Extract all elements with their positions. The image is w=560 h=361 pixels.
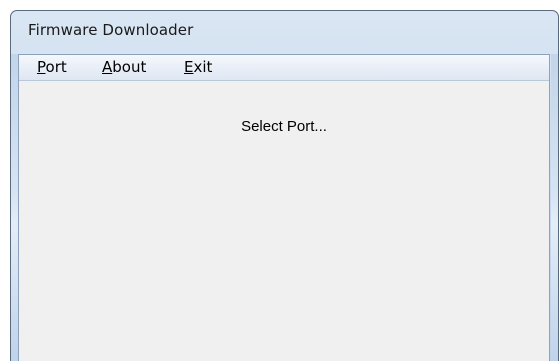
status-label: Select Port... — [241, 118, 327, 135]
menu-bar: Port About Exit — [19, 55, 549, 81]
menu-port-mnemonic: P — [37, 58, 46, 76]
menu-port-label: ort — [45, 58, 67, 76]
app-window: Firmware Downloader Port About Exit Sele… — [10, 10, 559, 361]
menu-exit[interactable]: Exit — [182, 57, 214, 77]
window-frame-left — [11, 54, 18, 361]
window-frame-right — [551, 54, 558, 361]
menu-exit-label: xit — [193, 58, 213, 76]
menu-port[interactable]: Port — [35, 57, 69, 77]
menu-about-label: bout — [112, 58, 147, 76]
menu-about[interactable]: About — [100, 57, 148, 77]
window-title: Firmware Downloader — [28, 21, 194, 39]
client-area: Port About Exit Select Port... — [18, 54, 550, 361]
title-bar[interactable]: Firmware Downloader — [11, 11, 558, 54]
menu-about-mnemonic: A — [102, 58, 113, 76]
